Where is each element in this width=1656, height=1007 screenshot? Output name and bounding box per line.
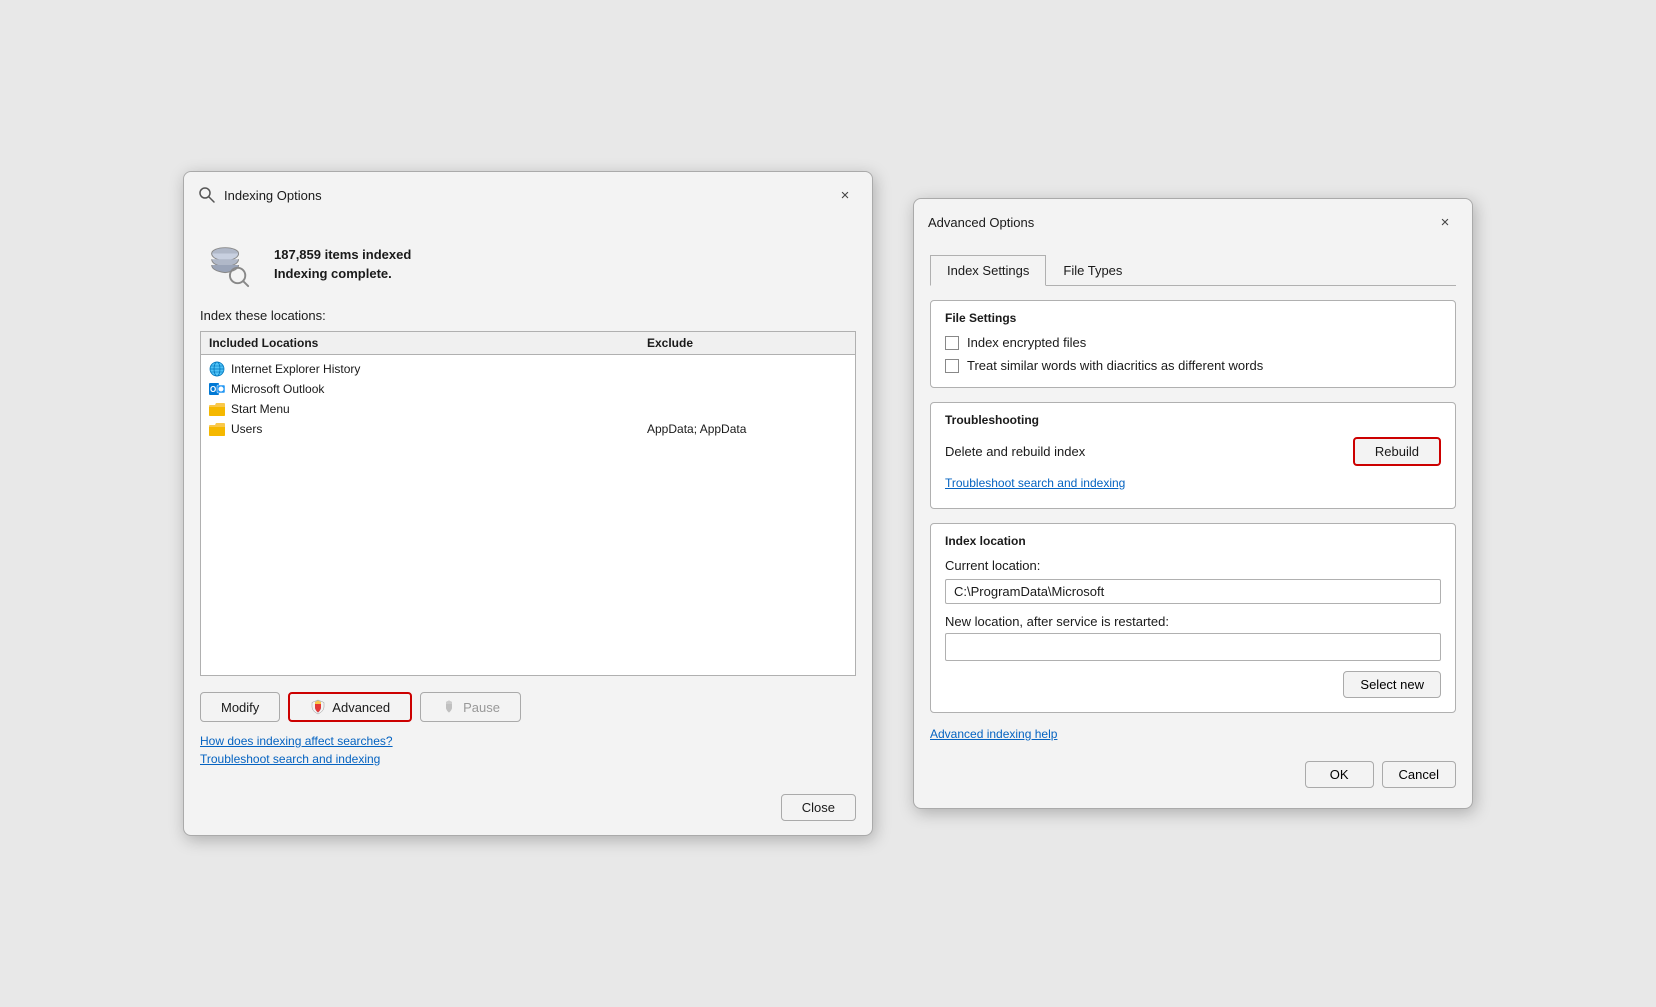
troubleshoot-link[interactable]: Troubleshoot search and indexing [200,752,856,766]
folder-icon-startmenu [209,401,225,417]
table-row[interactable]: Users AppData; AppData [201,419,855,439]
advanced-indexing-help-link[interactable]: Advanced indexing help [930,727,1456,741]
folder-icon-users [209,421,225,437]
modify-button[interactable]: Modify [200,692,280,722]
encrypt-checkbox[interactable] [945,336,959,350]
table-row[interactable]: Internet Explorer History [201,359,855,379]
ie-icon [209,361,225,377]
col-exclude-header: Exclude [647,336,847,350]
location-ie-exclude [647,361,847,362]
indexing-options-dialog: Indexing Options × 187,859 items indexed [183,171,873,836]
table-row[interactable]: O Microsoft Outlook [201,379,855,399]
pause-shield-icon [441,699,457,715]
advanced-title: Advanced Options [928,215,1432,230]
advanced-footer-link-container: Advanced indexing help [930,727,1456,741]
pause-button[interactable]: Pause [420,692,521,722]
indexing-body: 187,859 items indexed Indexing complete.… [184,216,872,786]
pause-button-label: Pause [463,700,500,715]
advanced-button[interactable]: Advanced [288,692,412,722]
indexing-header: 187,859 items indexed Indexing complete. [200,228,856,308]
indexing-titlebar: Indexing Options × [184,172,872,216]
diacritics-checkbox[interactable] [945,359,959,373]
indexing-close-button[interactable]: × [832,182,858,208]
advanced-button-label: Advanced [332,700,390,715]
ok-button[interactable]: OK [1305,761,1374,788]
advanced-options-dialog: Advanced Options × Index Settings File T… [913,198,1473,809]
indexing-title-icon [198,186,216,204]
encrypt-checkbox-label: Index encrypted files [967,335,1086,350]
indexing-footer: Close [184,786,872,835]
close-button[interactable]: Close [781,794,856,821]
advanced-close-button[interactable]: × [1432,209,1458,235]
svg-text:O: O [210,385,216,394]
location-users-text: Users [231,422,262,436]
troubleshooting-title: Troubleshooting [945,413,1441,427]
index-location-title: Index location [945,534,1441,548]
location-startmenu-text: Start Menu [231,402,290,416]
file-settings-title: File Settings [945,311,1441,325]
indexing-action-buttons: Modify Advanced Pau [200,692,856,722]
location-name-outlook: O Microsoft Outlook [209,381,647,397]
tab-file-types[interactable]: File Types [1046,255,1139,285]
location-startmenu-exclude [647,401,847,402]
troubleshooting-group: Troubleshooting Delete and rebuild index… [930,402,1456,509]
new-location-input[interactable] [945,633,1441,661]
current-location-value: C:\ProgramData\Microsoft [945,579,1441,604]
indexing-large-icon [200,236,256,292]
diacritics-checkbox-label: Treat similar words with diacritics as d… [967,358,1263,373]
select-new-button[interactable]: Select new [1343,671,1441,698]
shield-icon [310,699,326,715]
location-outlook-exclude [647,381,847,382]
col-included-header: Included Locations [209,336,647,350]
delete-rebuild-label: Delete and rebuild index [945,444,1341,459]
rebuild-button[interactable]: Rebuild [1353,437,1441,466]
items-indexed-label: 187,859 items indexed [274,247,411,262]
select-new-row: Select new [945,671,1441,698]
tab-index-settings[interactable]: Index Settings [930,255,1046,286]
diacritics-checkbox-row[interactable]: Treat similar words with diacritics as d… [945,358,1441,373]
index-locations-label: Index these locations: [200,308,856,323]
index-location-group: Index location Current location: C:\Prog… [930,523,1456,713]
location-name-startmenu: Start Menu [209,401,647,417]
location-ie-text: Internet Explorer History [231,362,360,376]
locations-table-body[interactable]: Internet Explorer History O [201,355,855,675]
tabs-bar: Index Settings File Types [930,255,1456,286]
outlook-icon: O [209,381,225,397]
troubleshoot-section: Delete and rebuild index Rebuild [945,437,1441,466]
how-indexing-link[interactable]: How does indexing affect searches? [200,734,856,748]
advanced-titlebar: Advanced Options × [914,199,1472,243]
cancel-button[interactable]: Cancel [1382,761,1456,788]
advanced-body: Index Settings File Types File Settings … [914,243,1472,808]
new-location-label: New location, after service is restarted… [945,614,1441,629]
location-users-exclude: AppData; AppData [647,421,847,436]
file-settings-group: File Settings Index encrypted files Trea… [930,300,1456,388]
location-name-users: Users [209,421,647,437]
encrypt-checkbox-row[interactable]: Index encrypted files [945,335,1441,350]
location-name-ie: Internet Explorer History [209,361,647,377]
current-location-label: Current location: [945,558,1441,573]
indexing-status-label: Indexing complete. [274,266,411,281]
location-outlook-text: Microsoft Outlook [231,382,324,396]
locations-table-header: Included Locations Exclude [201,332,855,355]
advanced-dialog-footer: OK Cancel [930,755,1456,792]
indexing-info: 187,859 items indexed Indexing complete. [274,247,411,281]
troubleshoot-indexing-link[interactable]: Troubleshoot search and indexing [945,476,1441,490]
locations-table: Included Locations Exclude [200,331,856,676]
indexing-title: Indexing Options [224,188,832,203]
table-row[interactable]: Start Menu [201,399,855,419]
